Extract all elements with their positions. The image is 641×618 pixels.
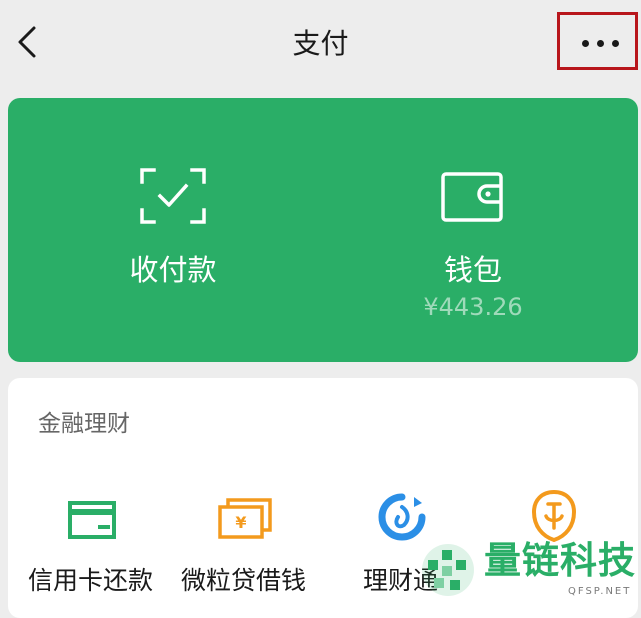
page-title: 支付 <box>292 27 349 60</box>
receive-pay-tile[interactable]: 收付款 <box>68 148 278 298</box>
wallet-icon <box>441 172 503 222</box>
loan-label: 微粒贷借钱 <box>181 566 307 595</box>
watermark-logo-icon <box>422 544 474 596</box>
top-bar: 支付 <box>0 0 641 90</box>
wallet-balance: ¥443.26 <box>423 293 523 321</box>
watermark-subtext: QFSP.NET <box>568 586 632 597</box>
watermark: 量链科技 QFSP.NET <box>418 536 640 602</box>
fund-swirl-icon <box>378 493 426 541</box>
more-dot <box>582 40 589 47</box>
banknote-icon: ¥ <box>218 498 272 539</box>
more-dot <box>597 40 604 47</box>
receive-pay-label: 收付款 <box>129 253 217 287</box>
section-title: 金融理财 <box>38 411 130 437</box>
svg-text:¥: ¥ <box>235 513 246 532</box>
credit-card-repay-item[interactable]: 信用卡还款 <box>23 478 173 608</box>
payment-panel: 收付款 钱包 ¥443.26 <box>8 98 638 362</box>
wallet-label: 钱包 <box>443 253 502 287</box>
credit-card-repay-label: 信用卡还款 <box>28 566 154 595</box>
scan-frame-check-icon <box>140 168 206 224</box>
watermark-text: 量链科技 <box>484 539 636 582</box>
loan-item[interactable]: ¥ 微粒贷借钱 <box>178 478 328 608</box>
credit-card-icon <box>68 501 116 539</box>
more-options-button[interactable] <box>557 12 638 70</box>
more-dot <box>612 40 619 47</box>
insurance-icon <box>531 490 577 542</box>
wallet-tile[interactable]: 钱包 ¥443.26 <box>378 148 568 328</box>
